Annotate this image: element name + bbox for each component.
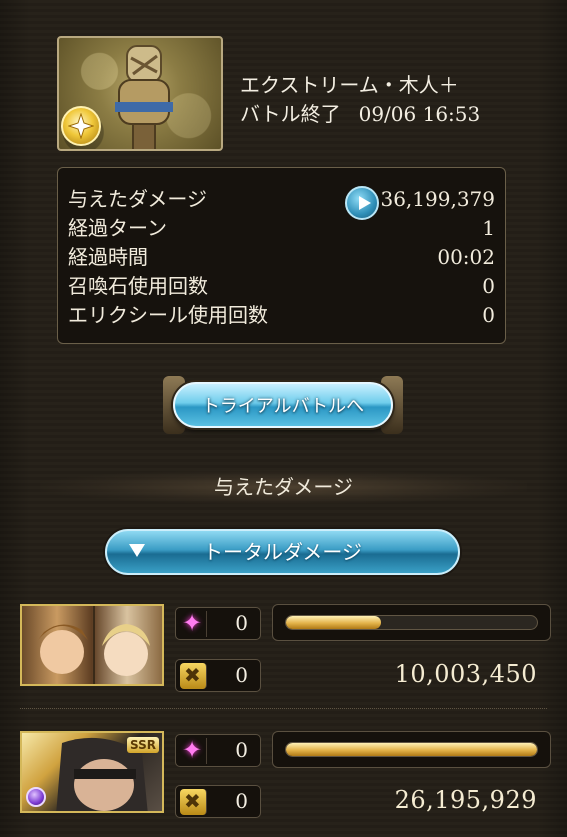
bar-track bbox=[285, 615, 538, 630]
damage-section-title: 与えたダメージ bbox=[40, 470, 527, 504]
crossed-swords-icon bbox=[180, 789, 207, 815]
stat-row-turns: 経過ターン 1 bbox=[68, 214, 495, 243]
stat-row-elixirs: エリクシール使用回数 0 bbox=[68, 301, 495, 330]
rarity-badge: SSR bbox=[127, 737, 159, 753]
stat-value: 1 bbox=[482, 216, 495, 240]
bar-fill bbox=[286, 743, 537, 756]
charge-attack-counter: 0 bbox=[175, 607, 261, 640]
stat-row-damage: 与えたダメージ 36,199,379 bbox=[68, 185, 495, 220]
counter-value: 0 bbox=[235, 789, 248, 813]
sparkle-icon bbox=[180, 609, 207, 637]
damage-share-bar bbox=[272, 604, 551, 641]
stat-label: エリクシール使用回数 bbox=[68, 303, 268, 327]
battle-stats-panel: 与えたダメージ 36,199,379 経過ターン 1 経過時間 00:02 召喚… bbox=[57, 167, 506, 344]
wind-element-icon bbox=[61, 106, 101, 146]
stat-row-summons: 召喚石使用回数 0 bbox=[68, 272, 495, 301]
row-divider bbox=[20, 708, 547, 709]
charge-attack-counter: 0 bbox=[175, 734, 261, 767]
counter-value: 0 bbox=[235, 611, 248, 635]
bar-track bbox=[285, 742, 538, 757]
total-damage-dropdown[interactable]: トータルダメージ bbox=[105, 529, 460, 575]
stat-value: 00:02 bbox=[437, 245, 495, 269]
dropdown-label: トータルダメージ bbox=[203, 540, 362, 564]
stat-value: 0 bbox=[482, 274, 495, 298]
stat-value: 0 bbox=[482, 303, 495, 327]
stat-label: 経過ターン bbox=[68, 216, 167, 240]
stat-label: 召喚石使用回数 bbox=[68, 274, 208, 298]
stat-label: 経過時間 bbox=[68, 245, 148, 269]
trial-battle-button-label: トライアルバトルへ bbox=[173, 382, 393, 428]
stat-label: 与えたダメージ bbox=[68, 187, 207, 211]
boss-thumbnail[interactable] bbox=[57, 36, 223, 151]
counter-value: 0 bbox=[235, 738, 248, 762]
trial-battle-button[interactable]: トライアルバトルへ bbox=[163, 376, 403, 434]
training-dummy-image bbox=[115, 45, 173, 149]
crossed-swords-icon bbox=[180, 663, 207, 689]
damage-value: 26,195,929 bbox=[394, 786, 537, 814]
bar-fill bbox=[286, 616, 382, 629]
battle-datetime: 09/06 16:53 bbox=[358, 102, 481, 126]
battle-status: バトル終了 bbox=[240, 102, 341, 126]
dark-element-icon bbox=[26, 787, 46, 807]
battle-status-line: バトル終了 09/06 16:53 bbox=[240, 100, 480, 128]
stat-row-time: 経過時間 00:02 bbox=[68, 243, 495, 272]
character-portrait-ssr[interactable]: SSR bbox=[20, 731, 164, 813]
character-pair-portrait[interactable] bbox=[20, 604, 164, 686]
sparkle-icon bbox=[180, 736, 207, 764]
stat-value: 36,199,379 bbox=[380, 187, 495, 211]
damage-value: 10,003,450 bbox=[394, 660, 537, 688]
compass-star-icon bbox=[68, 113, 94, 139]
boss-name: エクストリーム・木人＋ bbox=[240, 73, 459, 97]
portrait-art bbox=[38, 606, 150, 684]
chain-burst-counter: 0 bbox=[175, 659, 261, 692]
chain-burst-counter: 0 bbox=[175, 785, 261, 818]
damage-share-bar bbox=[272, 731, 551, 768]
counter-value: 0 bbox=[235, 663, 248, 687]
